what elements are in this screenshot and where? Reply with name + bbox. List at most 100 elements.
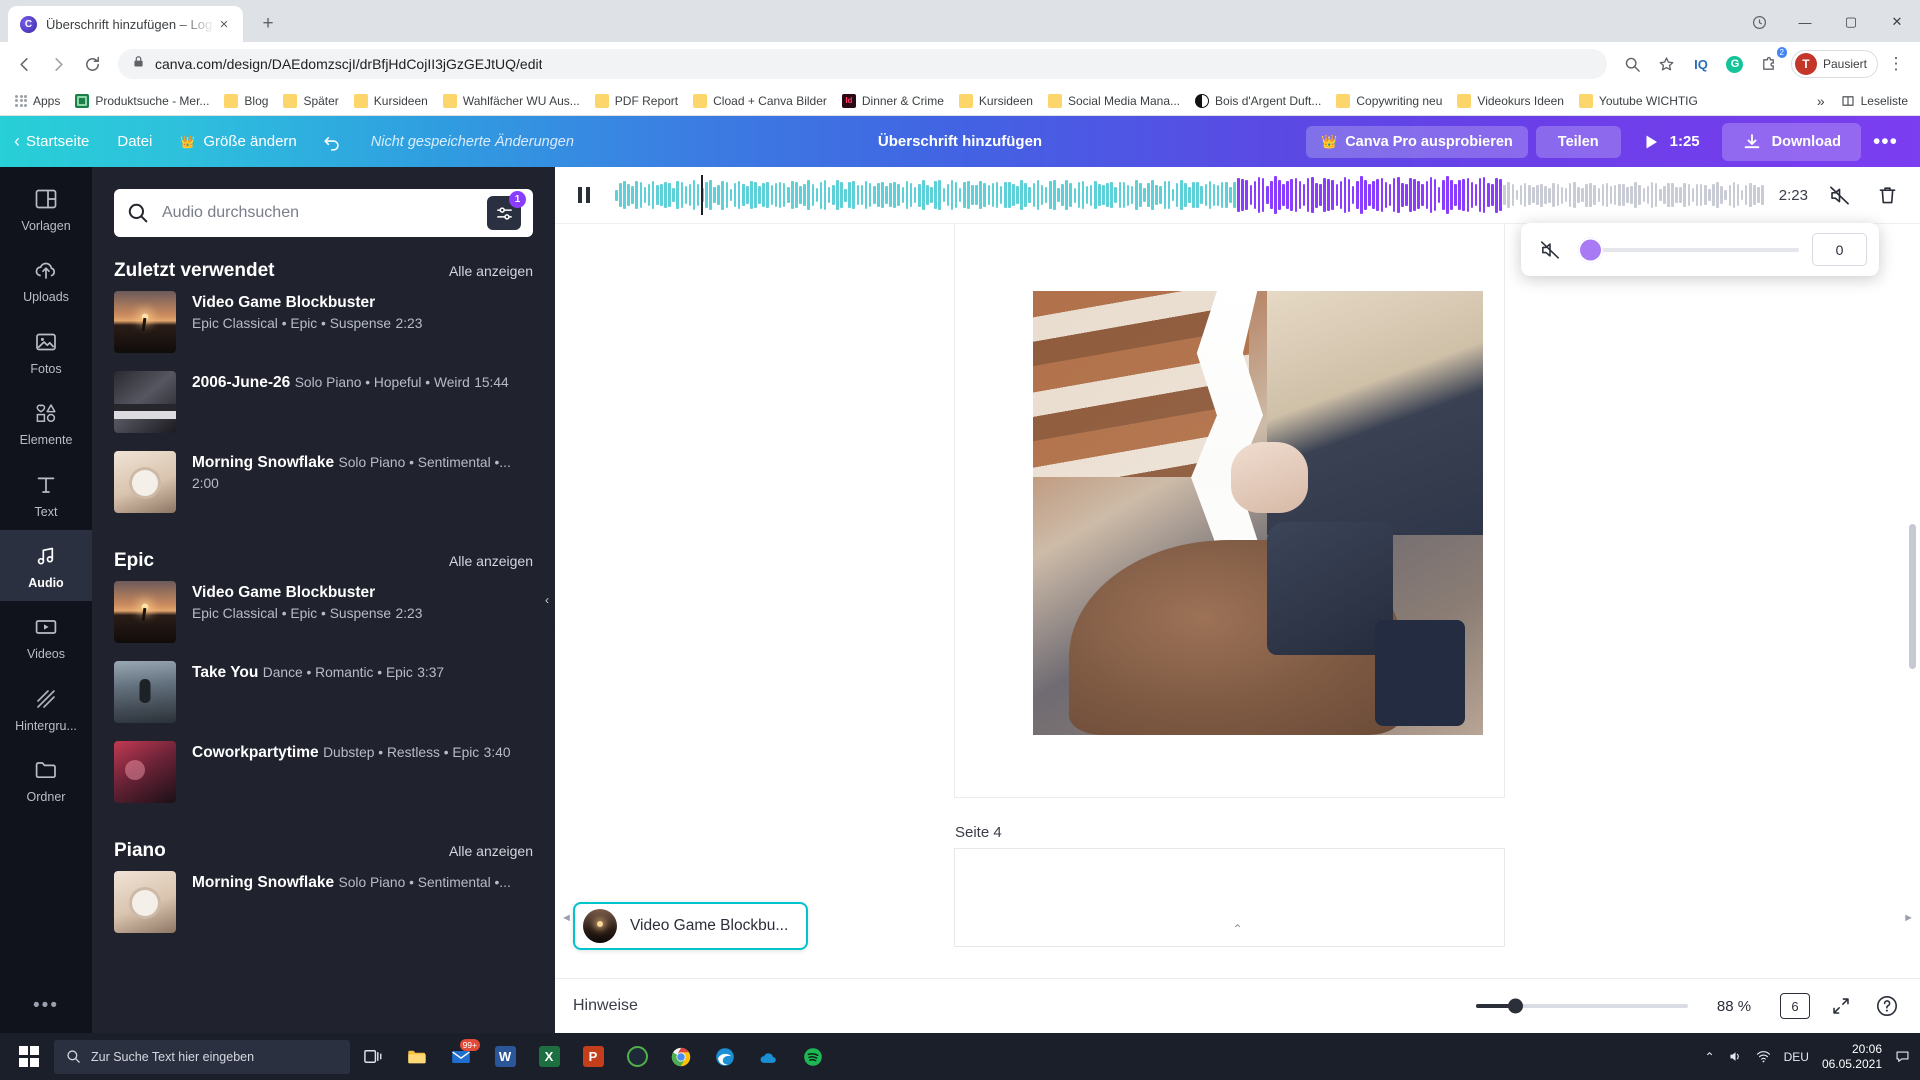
bookmark-youtube-wichtig[interactable]: Youtube WICHTIG [1572, 91, 1705, 111]
playhead[interactable] [701, 175, 704, 215]
reading-list-button[interactable]: Leseliste [1841, 94, 1908, 108]
volume-slider-knob[interactable] [1578, 237, 1603, 262]
bookmark-social-media[interactable]: Social Media Mana... [1041, 91, 1187, 111]
vertical-scrollbar[interactable] [1909, 524, 1916, 669]
spotify-button[interactable] [792, 1033, 834, 1080]
list-item[interactable]: Coworkpartytime Dubstep • Restless • Epi… [92, 732, 555, 812]
trash-icon[interactable] [1870, 178, 1904, 212]
bookmark-kursideen-1[interactable]: Kursideen [347, 91, 435, 111]
grammarly-extension-icon[interactable]: G [1719, 48, 1751, 80]
help-button[interactable] [1872, 991, 1902, 1021]
present-button[interactable]: 1:25 [1627, 124, 1714, 160]
list-item[interactable]: Morning Snowflake Solo Piano • Sentiment… [92, 862, 555, 942]
close-icon[interactable]: × [215, 15, 233, 33]
address-bar[interactable]: canva.com/design/DAEdomzscjI/drBfjHdCojI… [118, 49, 1607, 79]
close-window-button[interactable]: ✕ [1874, 6, 1920, 38]
see-all-link[interactable]: Alle anzeigen [449, 263, 533, 279]
sidebar-item-elemente[interactable]: Elemente [0, 387, 92, 458]
list-item[interactable]: Morning Snowflake Solo Piano • Sentiment… [92, 442, 555, 522]
scroll-left-icon[interactable]: ◄ [561, 912, 572, 924]
file-menu-button[interactable]: Datei [103, 126, 166, 157]
sidebar-item-videos[interactable]: Videos [0, 601, 92, 672]
language-indicator[interactable]: DEU [1784, 1050, 1809, 1064]
zoom-icon[interactable] [1617, 48, 1649, 80]
taskbar-search[interactable]: Zur Suche Text hier eingeben [54, 1039, 350, 1074]
sidebar-item-hintergrund[interactable]: Hintergru... [0, 673, 92, 744]
design-title[interactable]: Überschrift hinzufügen [878, 133, 1042, 150]
bookmark-produktsuche[interactable]: Produktsuche - Mer... [68, 91, 216, 111]
undo-button[interactable] [311, 124, 353, 160]
zoom-slider[interactable] [1476, 998, 1688, 1014]
reload-icon[interactable] [76, 48, 108, 80]
mail-button[interactable]: 99+ [440, 1033, 482, 1080]
canva-pro-button[interactable]: 👑 Canva Pro ausprobieren [1306, 125, 1528, 158]
list-item[interactable]: Video Game Blockbuster Epic Classical • … [92, 572, 555, 652]
chrome-button[interactable] [660, 1033, 702, 1080]
camtasia-button[interactable] [616, 1033, 658, 1080]
volume-icon[interactable] [1728, 1049, 1743, 1064]
sidebar-item-vorlagen[interactable]: Vorlagen [0, 173, 92, 244]
word-button[interactable]: W [484, 1033, 526, 1080]
puzzle-extension-icon[interactable]: 2 [1753, 47, 1787, 80]
list-item[interactable]: Video Game Blockbuster Epic Classical • … [92, 282, 555, 362]
minimize-button[interactable]: — [1782, 6, 1828, 38]
excel-button[interactable]: X [528, 1033, 570, 1080]
filter-button[interactable]: 1 [487, 191, 526, 230]
search-input[interactable] [162, 204, 475, 222]
sidebar-item-text[interactable]: Text [0, 459, 92, 530]
start-button[interactable] [6, 1033, 52, 1080]
browser-tab[interactable]: C Überschrift hinzufügen – Log × [8, 6, 243, 42]
zoom-slider-knob[interactable] [1508, 998, 1523, 1014]
profile-chip[interactable]: T Pausiert [1790, 50, 1878, 78]
notes-expand-button[interactable]: ⌃ [1210, 920, 1266, 938]
volume-value[interactable]: 0 [1812, 233, 1867, 266]
scroll-right-icon[interactable]: ► [1903, 912, 1914, 924]
iq-extension-icon[interactable]: IQ [1685, 48, 1717, 80]
star-icon[interactable] [1651, 48, 1683, 80]
mute-icon[interactable] [1822, 178, 1856, 212]
bookmark-dinner-crime[interactable]: Id Dinner & Crime [835, 91, 951, 111]
chrome-menu-icon[interactable]: ⋮ [1880, 48, 1912, 80]
rail-more-button[interactable]: ••• [33, 995, 59, 1017]
onedrive-button[interactable] [748, 1033, 790, 1080]
edge-button[interactable] [704, 1033, 746, 1080]
sidebar-item-audio[interactable]: Audio [0, 529, 92, 602]
mute-icon[interactable] [1533, 233, 1567, 267]
more-options-button[interactable]: ••• [1861, 126, 1910, 158]
canvas[interactable]: Seite 4 Video Game Blockbu... ◄ ► ⌃ [555, 224, 1920, 978]
resize-button[interactable]: 👑 Größe ändern [166, 126, 310, 157]
share-button[interactable]: Teilen [1535, 125, 1621, 158]
bookmark-wahlfaecher[interactable]: Wahlfächer WU Aus... [436, 91, 587, 111]
sidebar-item-ordner[interactable]: Ordner [0, 744, 92, 815]
bookmark-videokurs[interactable]: Videokurs Ideen [1450, 91, 1571, 111]
notes-label[interactable]: Hinweise [573, 997, 638, 1015]
see-all-link[interactable]: Alle anzeigen [449, 553, 533, 569]
bookmark-bois-dargent[interactable]: Bois d'Argent Duft... [1188, 91, 1328, 111]
sidebar-item-fotos[interactable]: Fotos [0, 316, 92, 387]
bookmarks-overflow-button[interactable]: » [1817, 93, 1825, 109]
volume-slider[interactable] [1578, 237, 1799, 262]
powerpoint-button[interactable]: P [572, 1033, 614, 1080]
see-all-link[interactable]: Alle anzeigen [449, 843, 533, 859]
list-item[interactable]: 2006-June-26 Solo Piano • Hopeful • Weir… [92, 362, 555, 442]
audio-track-chip[interactable]: Video Game Blockbu... [573, 902, 809, 950]
bookmark-kursideen-2[interactable]: Kursideen [952, 91, 1040, 111]
network-icon[interactable] [1756, 1049, 1771, 1064]
pause-button[interactable] [567, 178, 601, 212]
bookmark-copywriting[interactable]: Copywriting neu [1329, 91, 1449, 111]
collapse-panel-button[interactable]: ‹ [538, 571, 555, 629]
bookmark-pdf-report[interactable]: PDF Report [588, 91, 685, 111]
expand-icon[interactable] [1826, 991, 1856, 1021]
list-item[interactable]: Take You Dance • Romantic • Epic 3:37 [92, 652, 555, 732]
chevron-up-icon[interactable]: ⌃ [1705, 1050, 1715, 1064]
audio-waveform[interactable] [615, 175, 1765, 215]
dog-photo[interactable] [1033, 291, 1483, 735]
back-icon[interactable] [8, 48, 40, 80]
bookmark-cload-canva[interactable]: Cload + Canva Bilder [686, 91, 834, 111]
task-view-button[interactable] [352, 1033, 394, 1080]
download-button[interactable]: Download [1721, 122, 1861, 161]
bookmark-apps[interactable]: Apps [8, 91, 67, 111]
page-count-button[interactable]: 6 [1780, 993, 1810, 1019]
bookmark-blog[interactable]: Blog [217, 91, 275, 111]
maximize-button[interactable]: ▢ [1828, 6, 1874, 38]
